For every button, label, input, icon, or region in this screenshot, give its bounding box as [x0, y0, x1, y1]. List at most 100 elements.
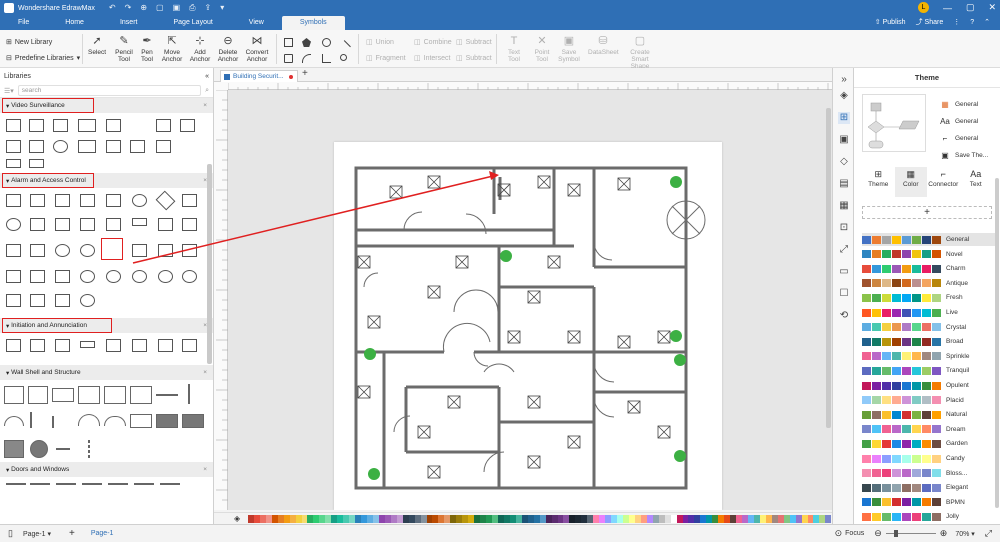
wall-line-symbol[interactable]	[188, 384, 190, 404]
camera-symbol[interactable]	[29, 159, 44, 168]
palette-row-natural[interactable]: Natural	[862, 408, 996, 421]
room-symbol[interactable]	[4, 386, 24, 404]
alarm-symbol[interactable]	[30, 244, 45, 257]
palette-row-elegant[interactable]: Elegant	[862, 481, 996, 494]
tab-symbols[interactable]: Symbols	[281, 16, 345, 30]
fullscreen-icon[interactable]: ⤢	[985, 528, 992, 539]
dimension-symbol[interactable]	[88, 440, 90, 458]
arc-wall-symbol[interactable]	[78, 414, 100, 426]
focus-icon[interactable]: ⊙	[835, 528, 843, 539]
l-wall-symbol[interactable]	[28, 386, 48, 404]
intersect-button[interactable]: ◫ Intersect	[414, 54, 450, 63]
keypad-symbol[interactable]	[55, 194, 70, 207]
pentagon-tool-icon[interactable]	[302, 38, 311, 47]
theme-option-font[interactable]: Aa General	[940, 113, 988, 130]
camera-symbol[interactable]	[6, 140, 21, 153]
category-video-surveillance[interactable]: ▾ Video Surveillance ×	[0, 98, 213, 113]
comment-icon[interactable]: ☐	[838, 288, 850, 300]
t-wall-symbol[interactable]	[52, 388, 74, 402]
palette-row-placid[interactable]: Placid	[862, 394, 996, 407]
canvas-scrollbar[interactable]	[826, 108, 831, 428]
alarm-symbol[interactable]	[30, 194, 45, 207]
annunciator-symbol[interactable]	[182, 339, 197, 352]
palette-row-live[interactable]: Live	[862, 306, 996, 319]
plant-symbol[interactable]	[670, 330, 682, 342]
create-smart-shape-button[interactable]: ▢ Create Smart Shape	[622, 35, 658, 70]
tab-view[interactable]: View	[231, 16, 282, 30]
presentation-icon[interactable]: ▭	[838, 266, 850, 278]
floor-plan[interactable]	[334, 142, 722, 510]
palette-row-garden[interactable]: Garden	[862, 437, 996, 450]
category-doors-windows[interactable]: ▾ Doors and Windows ×	[0, 462, 213, 477]
sensor-symbol[interactable]	[80, 270, 95, 283]
plant-symbol[interactable]	[364, 348, 376, 360]
tab-theme[interactable]: ⊞ Theme	[862, 167, 895, 197]
detector-symbol[interactable]	[155, 190, 176, 211]
avatar[interactable]: L	[917, 2, 929, 13]
alarm-symbol[interactable]	[30, 218, 45, 231]
select-tool-button[interactable]: ➚ Select	[88, 35, 106, 56]
predefine-libraries-button[interactable]: ⊟ Predefine Libraries ▾	[6, 54, 80, 63]
fit-icon[interactable]: ⤢	[838, 244, 850, 256]
plant-symbol[interactable]	[368, 468, 380, 480]
palette-row-charm[interactable]: Charm	[862, 262, 996, 275]
expand-panel-icon[interactable]: »	[838, 74, 850, 86]
open-icon[interactable]: ▢	[156, 3, 164, 13]
page-select[interactable]: Page-1 ▾	[23, 530, 51, 538]
add-color-theme-button[interactable]: +	[862, 206, 992, 219]
palette-color-swatch[interactable]	[825, 514, 832, 523]
camera-symbol[interactable]	[106, 119, 121, 132]
library-menu-icon[interactable]: ☰▾	[4, 87, 14, 95]
window-symbol[interactable]	[56, 483, 76, 485]
layers-icon[interactable]: ◇	[838, 156, 850, 168]
annunciator-symbol[interactable]	[30, 339, 45, 352]
rectangle-tool-icon[interactable]	[284, 38, 293, 47]
alarm-symbol[interactable]	[80, 194, 95, 207]
minimize-icon[interactable]: —	[943, 3, 952, 13]
switch-symbol[interactable]	[106, 140, 121, 153]
page-layout-icon[interactable]: ▯	[8, 528, 13, 539]
filled-block-symbol[interactable]	[4, 440, 24, 458]
window-symbol[interactable]	[82, 483, 102, 485]
fill-color-icon[interactable]: ◈	[234, 514, 244, 524]
plant-symbol[interactable]	[674, 354, 686, 366]
zoom-slider-thumb[interactable]	[893, 530, 898, 537]
category-alarm-access-control[interactable]: ▾ Alarm and Access Control ×	[0, 173, 213, 188]
close-icon[interactable]: ×	[203, 102, 207, 109]
search-input[interactable]: search	[17, 85, 202, 96]
add-tab-icon[interactable]: +	[302, 68, 308, 79]
plant-symbol[interactable]	[670, 176, 682, 188]
sensor-symbol[interactable]	[6, 270, 21, 283]
curve-tool-icon[interactable]	[340, 54, 347, 61]
drawing-page[interactable]	[334, 142, 722, 510]
card-reader-symbol[interactable]	[182, 194, 197, 207]
subtract-2-button[interactable]: ◫ Subtract	[456, 54, 492, 63]
export-icon[interactable]: ⇪	[205, 3, 212, 13]
palette-row-bpmn[interactable]: BPMN	[862, 496, 996, 509]
theme-option-palette[interactable]: ▦ General	[940, 96, 988, 113]
annunciator-symbol[interactable]	[132, 339, 147, 352]
search-icon[interactable]: ⌕	[205, 87, 209, 95]
sensor-symbol[interactable]	[55, 244, 70, 257]
filled-block-symbol[interactable]	[156, 414, 178, 428]
sensor-symbol[interactable]	[6, 218, 21, 231]
filled-block-symbol[interactable]	[182, 414, 204, 428]
plant-symbol[interactable]	[674, 450, 686, 462]
monitor-symbol[interactable]	[78, 119, 96, 132]
light-symbol[interactable]	[80, 294, 95, 307]
sensor-symbol[interactable]	[106, 270, 121, 283]
alarm-symbol[interactable]	[80, 218, 95, 231]
switch-symbol[interactable]	[130, 140, 145, 153]
sensor-symbol[interactable]	[158, 244, 173, 257]
palette-row-dream[interactable]: Dream	[862, 423, 996, 436]
sensor-symbol[interactable]	[30, 270, 45, 283]
sensor-symbol[interactable]	[6, 294, 21, 307]
grid-monitor-symbol[interactable]	[78, 140, 96, 153]
palette-row-general[interactable]: General	[862, 233, 996, 246]
camera-symbol[interactable]	[29, 119, 44, 132]
selected-motion-sensor-symbol[interactable]	[101, 238, 123, 260]
alarm-symbol[interactable]	[106, 194, 121, 207]
save-icon[interactable]: ▣	[173, 3, 181, 13]
collapse-panel-icon[interactable]: «	[205, 73, 209, 80]
grid-icon[interactable]: ⊡	[838, 222, 850, 234]
